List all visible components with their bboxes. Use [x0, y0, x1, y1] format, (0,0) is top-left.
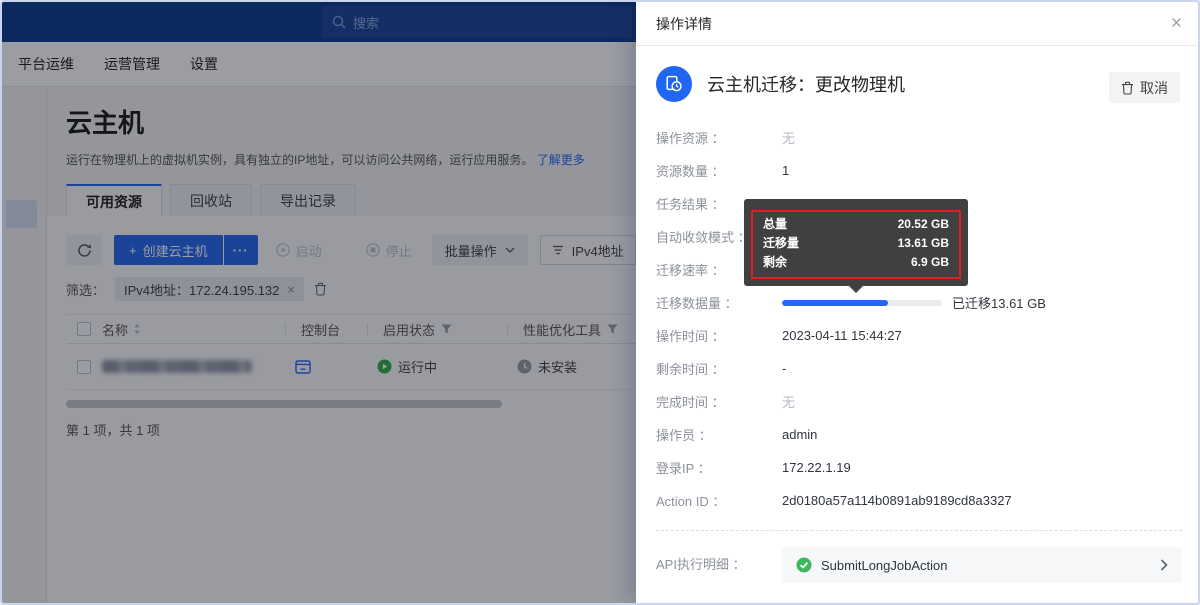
api-detail-item[interactable]: SubmitLongJobAction	[782, 547, 1182, 583]
close-icon[interactable]: ×	[1171, 14, 1182, 33]
migration-stats-tooltip: 总量 20.52 GB 迁移量 13.61 GB 剩余 6.9 GB	[744, 199, 968, 286]
api-action-name: SubmitLongJobAction	[821, 558, 947, 573]
field-action-id: Action ID ： 2d0180a57a114b0891ab9189cd8a…	[656, 484, 1182, 517]
field-operation-time: 操作时间 ： 2023-04-11 15:44:27	[656, 319, 1182, 352]
tooltip-row-migrated: 迁移量 13.61 GB	[763, 234, 949, 253]
field-resource-count: 资源数量 ： 1	[656, 154, 1182, 187]
field-operation-resource: 操作资源 ： 无	[656, 121, 1182, 154]
operation-title: 云主机迁移：更改物理机	[707, 71, 905, 97]
field-migration-data: 迁移数据量 ： 已迁移13.61 GB	[656, 286, 1182, 319]
panel-header: 操作详情 ×	[636, 2, 1200, 46]
progress-fill	[782, 300, 888, 306]
migration-progress-bar	[782, 300, 942, 306]
app-window: 搜索 平台运维 运营管理 设置 云主机 运行在物理机上的虚拟机实例，具有独立的I…	[0, 0, 1200, 605]
field-operator: 操作员 ： admin	[656, 418, 1182, 451]
tooltip-row-remaining: 剩余 6.9 GB	[763, 253, 949, 272]
field-finish-time: 完成时间 ： 无	[656, 385, 1182, 418]
tooltip-highlight-box: 总量 20.52 GB 迁移量 13.61 GB 剩余 6.9 GB	[751, 210, 961, 279]
modal-dim-overlay	[2, 2, 636, 603]
chevron-right-icon[interactable]	[1160, 559, 1168, 571]
operation-detail-panel: 操作详情 × 云主机迁移：更改物理机 取消 操作资源 ： 无 资源数量 ： 1	[636, 2, 1200, 603]
trash-icon	[1121, 81, 1134, 95]
tooltip-row-total: 总量 20.52 GB	[763, 215, 949, 234]
migration-progress-label: 已迁移13.61 GB	[952, 293, 1046, 312]
panel-title: 操作详情	[656, 14, 712, 34]
cancel-button[interactable]: 取消	[1109, 72, 1180, 103]
api-detail-row: API执行明细 ： SubmitLongJobAction	[656, 547, 1182, 583]
vm-migration-icon	[656, 66, 692, 102]
dashed-divider	[656, 530, 1182, 531]
success-check-icon	[796, 557, 812, 573]
field-login-ip: 登录IP ： 172.22.1.19	[656, 451, 1182, 484]
field-remaining-time: 剩余时间 ： -	[656, 352, 1182, 385]
detail-fields: 操作资源 ： 无 资源数量 ： 1 任务结果 ： 自动收敛模式 ： 迁移速率 ：…	[636, 108, 1200, 517]
